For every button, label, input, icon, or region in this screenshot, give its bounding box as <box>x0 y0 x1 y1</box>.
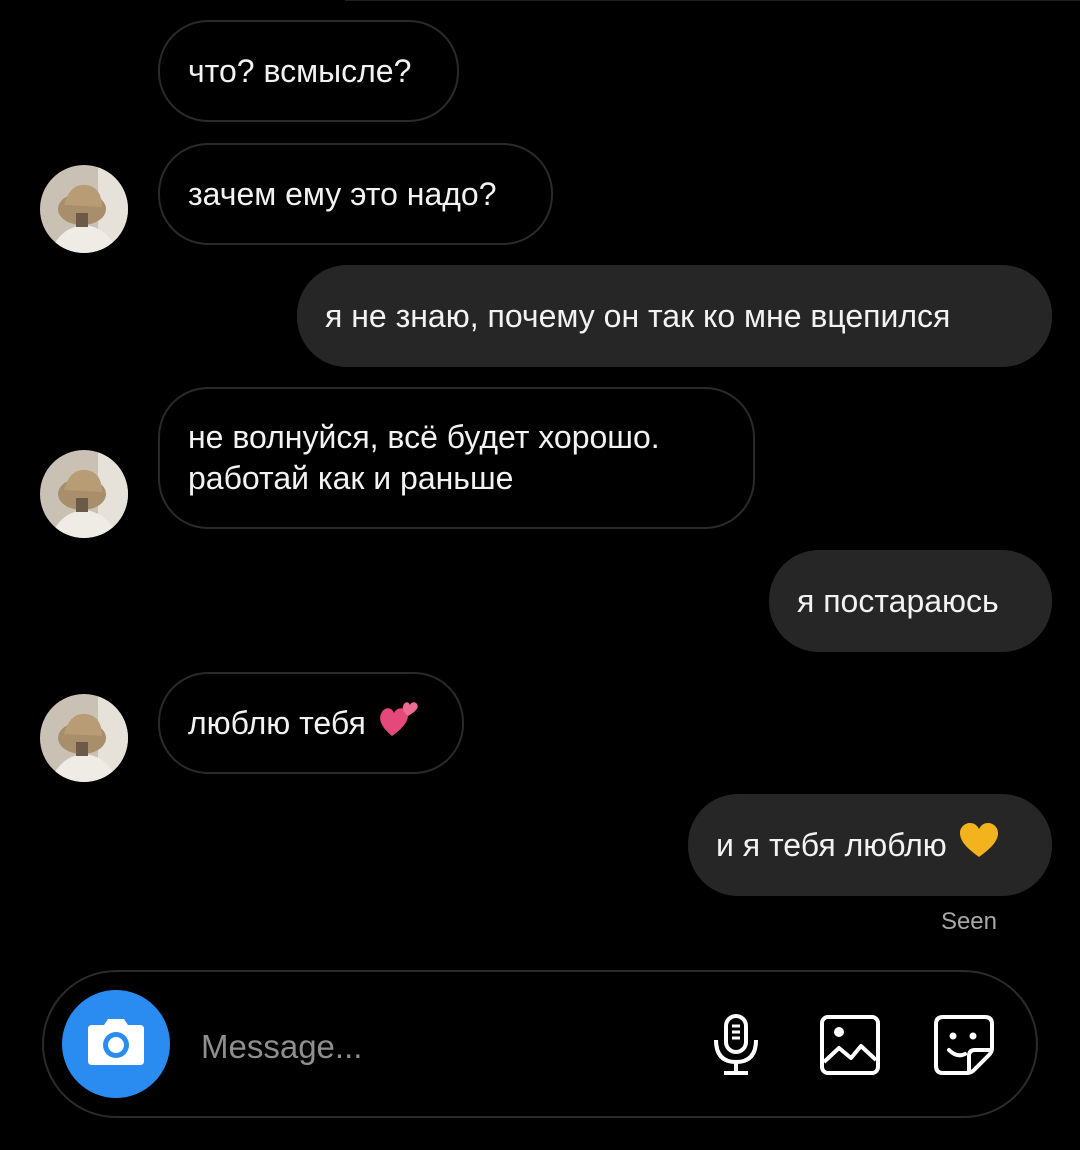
message-text: я не знаю, почему он так ко мне вцепился <box>325 297 951 334</box>
two-hearts-icon <box>378 698 420 748</box>
top-divider <box>345 0 1080 1</box>
message-bubble-outgoing[interactable]: я постараюсь <box>769 550 1052 652</box>
microphone-icon <box>704 1014 770 1082</box>
sticker-icon <box>931 1015 997 1082</box>
message-text: что? всмысле? <box>188 52 412 89</box>
camera-icon <box>86 1017 146 1072</box>
message-text: и я тебя люблю <box>716 826 947 863</box>
message-bubble-incoming[interactable]: люблю тебя <box>158 672 464 774</box>
message-input[interactable] <box>199 1016 683 1078</box>
message-bubble-outgoing[interactable]: и я тебя люблю <box>688 794 1052 896</box>
message-text-line: не волнуйся, всё будет хорошо. <box>188 419 660 455</box>
camera-button[interactable] <box>62 990 170 1098</box>
message-bubble-incoming[interactable]: не волнуйся, всё будет хорошо. работай к… <box>158 387 755 529</box>
message-bubble-outgoing[interactable]: я не знаю, почему он так ко мне вцепился <box>297 265 1052 367</box>
message-text: зачем ему это надо? <box>188 175 497 212</box>
chat-screen: что? всмысле? зачем ему это надо? я не з… <box>0 0 1080 1150</box>
message-bubble-incoming[interactable]: что? всмысле? <box>158 20 459 122</box>
avatar[interactable] <box>40 694 128 782</box>
message-text: я постараюсь <box>797 582 999 619</box>
gallery-button[interactable] <box>817 1012 883 1078</box>
gallery-icon <box>817 1015 883 1082</box>
message-bubble-incoming[interactable]: зачем ему это надо? <box>158 143 553 245</box>
microphone-button[interactable] <box>704 1012 770 1078</box>
seen-label: Seen <box>940 908 997 935</box>
avatar[interactable] <box>40 165 128 253</box>
message-composer <box>42 970 1038 1118</box>
yellow-heart-icon <box>959 822 999 868</box>
sticker-button[interactable] <box>931 1012 997 1078</box>
message-text-line: работай как и раньше <box>188 460 514 496</box>
avatar[interactable] <box>40 450 128 538</box>
message-text: люблю тебя <box>188 704 366 741</box>
